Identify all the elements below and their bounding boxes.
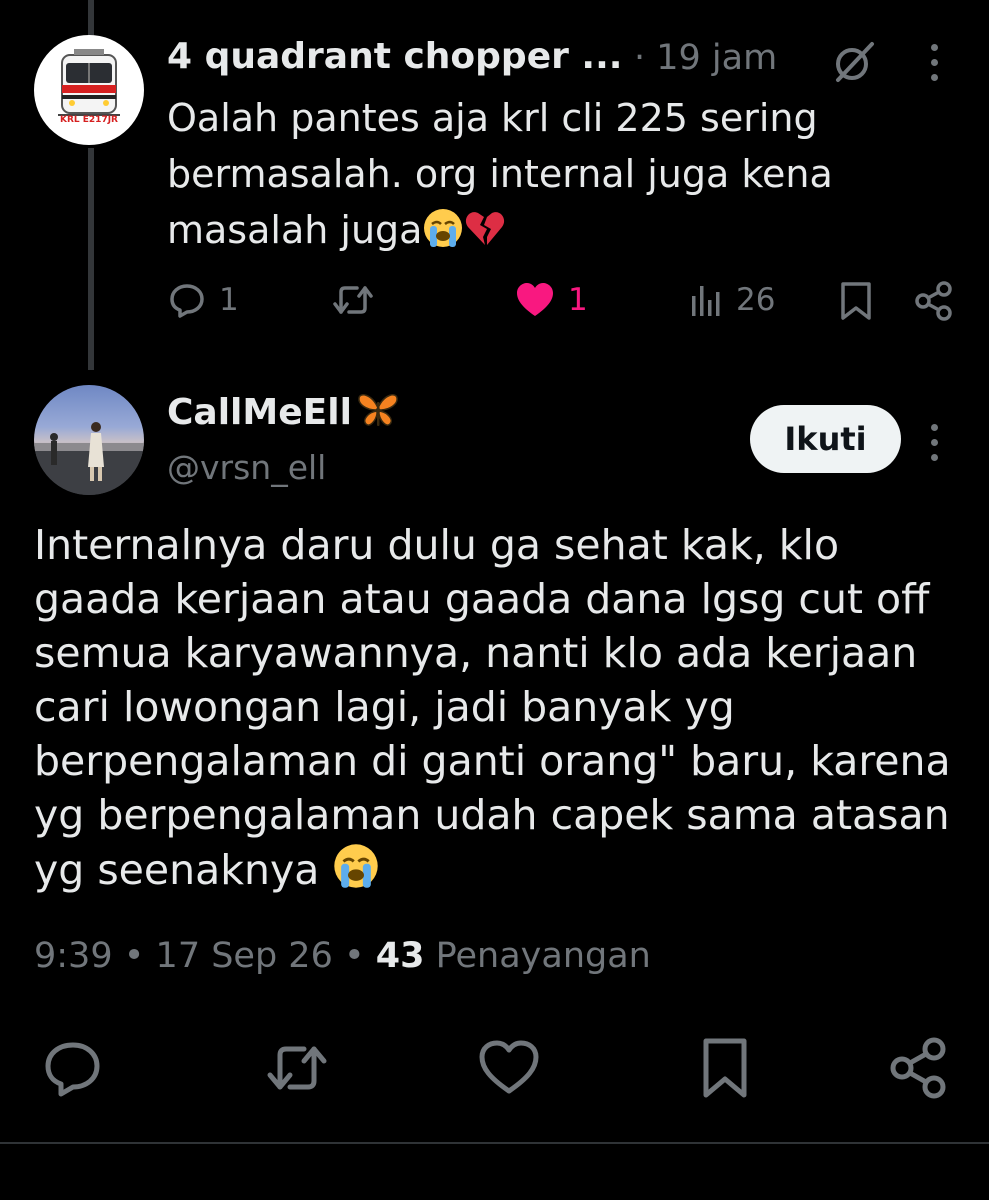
avatar[interactable] — [34, 385, 144, 495]
views-count: 43 — [375, 936, 425, 976]
reply-button[interactable] — [40, 1035, 106, 1101]
author-handle[interactable]: @vrsn_ell — [167, 448, 326, 487]
like-button[interactable]: 1 — [514, 280, 588, 320]
bookmark-button[interactable] — [838, 280, 874, 322]
tweet-date[interactable]: 17 Sep 26 — [156, 936, 333, 976]
author-name-text: CallMeEll — [167, 392, 352, 433]
bookmark-icon — [841, 282, 871, 320]
tweet-text: Internalnya daru dulu ga sehat kak, klo … — [34, 518, 969, 903]
reply-count: 1 — [219, 282, 239, 318]
like-count: 1 — [568, 282, 588, 318]
butterfly-icon — [356, 390, 400, 439]
train-avatar-image — [58, 49, 120, 116]
retweet-button[interactable] — [331, 280, 375, 320]
share-button[interactable] — [886, 1035, 952, 1101]
views-count: 26 — [736, 282, 776, 318]
avatar-photo — [34, 422, 144, 495]
share-button[interactable] — [914, 280, 954, 322]
divider — [0, 1142, 989, 1144]
share-icon — [890, 1037, 946, 1099]
heart-filled-icon — [517, 283, 553, 316]
heart-icon — [479, 1040, 539, 1094]
reply-icon — [45, 1042, 100, 1097]
more-options-icon[interactable] — [929, 44, 939, 84]
author-name[interactable]: CallMeEll — [167, 390, 400, 439]
reply-button[interactable]: 1 — [167, 280, 239, 320]
loudly-crying-face-icon — [332, 842, 380, 903]
views-label: Penayangan — [435, 936, 651, 976]
like-button[interactable] — [476, 1035, 542, 1101]
tweet-text: Oalah pantes aja krl cli 225 sering berm… — [167, 90, 867, 264]
broken-heart-icon — [464, 207, 506, 264]
more-options-icon[interactable] — [929, 424, 939, 464]
tweet-text-content: Internalnya daru dulu ga sehat kak, klo … — [34, 521, 964, 894]
grok-icon[interactable] — [830, 38, 878, 86]
avatar-label: KRL E217JR — [60, 115, 118, 125]
tweet-time[interactable]: 9:39 — [34, 936, 113, 976]
retweet-icon — [267, 1046, 327, 1090]
views-button[interactable]: 26 — [690, 282, 775, 318]
loudly-crying-face-icon — [422, 207, 464, 264]
share-icon — [915, 281, 952, 321]
thread-line-bottom — [88, 148, 94, 370]
follow-button[interactable]: Ikuti — [750, 405, 901, 473]
separator: • — [123, 936, 145, 976]
reply-icon — [170, 284, 204, 318]
views-icon — [692, 286, 720, 316]
bookmark-button[interactable] — [692, 1035, 758, 1101]
bookmark-icon — [703, 1038, 747, 1098]
tweet-time[interactable]: · 19 jam — [634, 38, 777, 78]
retweet-button[interactable] — [264, 1035, 330, 1101]
retweet-icon — [333, 286, 373, 314]
avatar[interactable]: KRL E217JR — [34, 35, 144, 145]
separator: • — [343, 936, 365, 976]
author-name[interactable]: 4 quadrant chopper ... — [167, 36, 622, 77]
thread-line-top — [88, 0, 94, 36]
tweet-metadata: 9:39 • 17 Sep 26 • 43 Penayangan — [34, 936, 651, 976]
